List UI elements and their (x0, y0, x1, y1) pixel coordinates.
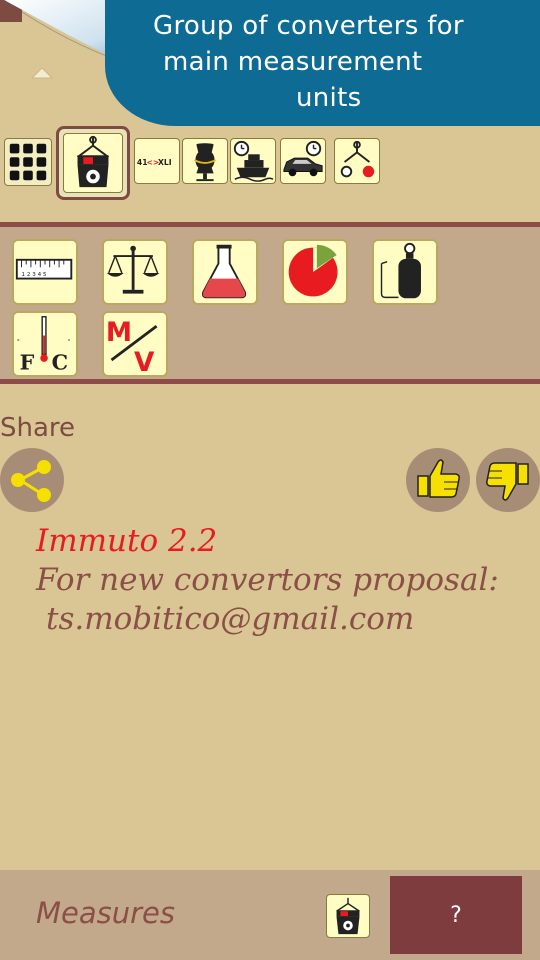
proposal-text: For new convertors proposal: (36, 562, 499, 598)
current-group-icon-button[interactable] (326, 894, 370, 938)
scale-weight-icon (76, 135, 110, 188)
mannequin-icon (194, 143, 216, 182)
ruler-label: 1 2 3 4 5 (22, 272, 47, 278)
flask-icon (201, 244, 247, 299)
thumbs-up-icon (417, 459, 460, 498)
ruler-icon: 1 2 3 4 5 (15, 258, 73, 280)
share-label: Share (0, 413, 76, 443)
collapse-arrow-icon[interactable] (30, 62, 54, 82)
other-category-button[interactable] (334, 138, 380, 184)
size-conversion-icon: 41 <> XLI (137, 158, 172, 167)
current-group-label: Measures (36, 896, 175, 930)
tooltip-bubble: Group of converters for main measurement… (105, 0, 540, 126)
share-icon (11, 460, 51, 502)
contact-email[interactable]: ts.mobitico@gmail.com (36, 600, 499, 639)
like-button[interactable] (406, 448, 470, 512)
sizes-category-button[interactable]: 41 <> XLI (134, 138, 180, 184)
mass-volume-converter-button[interactable]: M V (102, 311, 168, 377)
volume-converter-button[interactable] (192, 239, 258, 305)
transport-category-button[interactable] (230, 138, 276, 184)
converter-grid-panel: 1 2 3 4 5 F C ° ° M V (0, 227, 540, 379)
scale-weight-icon (336, 897, 360, 935)
ship-icon (233, 140, 274, 182)
fahrenheit-label: F (20, 350, 35, 374)
app-info: Immuto 2.2 For new convertors proposal: … (36, 522, 499, 639)
divider-bottom (0, 379, 540, 384)
gas-cylinder-icon (380, 242, 421, 299)
category-row: 41 <> XLI (0, 126, 540, 200)
svg-text:XLI: XLI (158, 158, 172, 167)
car-icon (283, 140, 323, 177)
tooltip-line-1: Group of converters for (153, 11, 464, 41)
svg-text:°: ° (17, 339, 20, 345)
measures-category-button[interactable] (56, 126, 130, 200)
area-converter-button[interactable] (282, 239, 348, 305)
clothing-category-button[interactable] (182, 138, 228, 184)
volume-label: V (134, 348, 155, 375)
dislike-button[interactable] (476, 448, 540, 512)
length-converter-button[interactable]: 1 2 3 4 5 (12, 239, 78, 305)
tooltip-line-2: main measurement (163, 47, 423, 77)
mass-volume-icon: M V (106, 318, 158, 375)
bottom-bar: Measures ? (0, 870, 540, 960)
svg-text:°: ° (68, 339, 71, 345)
weight-converter-button[interactable] (102, 239, 168, 305)
pressure-converter-button[interactable] (372, 239, 438, 305)
share-button[interactable] (0, 448, 64, 512)
car-category-button[interactable] (280, 138, 326, 184)
thermometer-icon: F C ° ° (17, 316, 71, 374)
pie-chart-icon (288, 244, 338, 297)
tooltip-line-3: units (296, 83, 362, 113)
hanging-scale-icon (340, 140, 375, 178)
mass-label: M (106, 318, 132, 348)
help-button[interactable]: ? (390, 876, 522, 954)
app-version: Immuto 2.2 (36, 523, 218, 559)
grid-icon (9, 143, 47, 181)
temperature-converter-button[interactable]: F C ° ° (12, 311, 78, 377)
all-converters-button[interactable] (4, 138, 52, 186)
thumbs-down-icon (486, 462, 529, 501)
celsius-label: C (52, 350, 68, 374)
balance-scale-icon (106, 245, 160, 294)
